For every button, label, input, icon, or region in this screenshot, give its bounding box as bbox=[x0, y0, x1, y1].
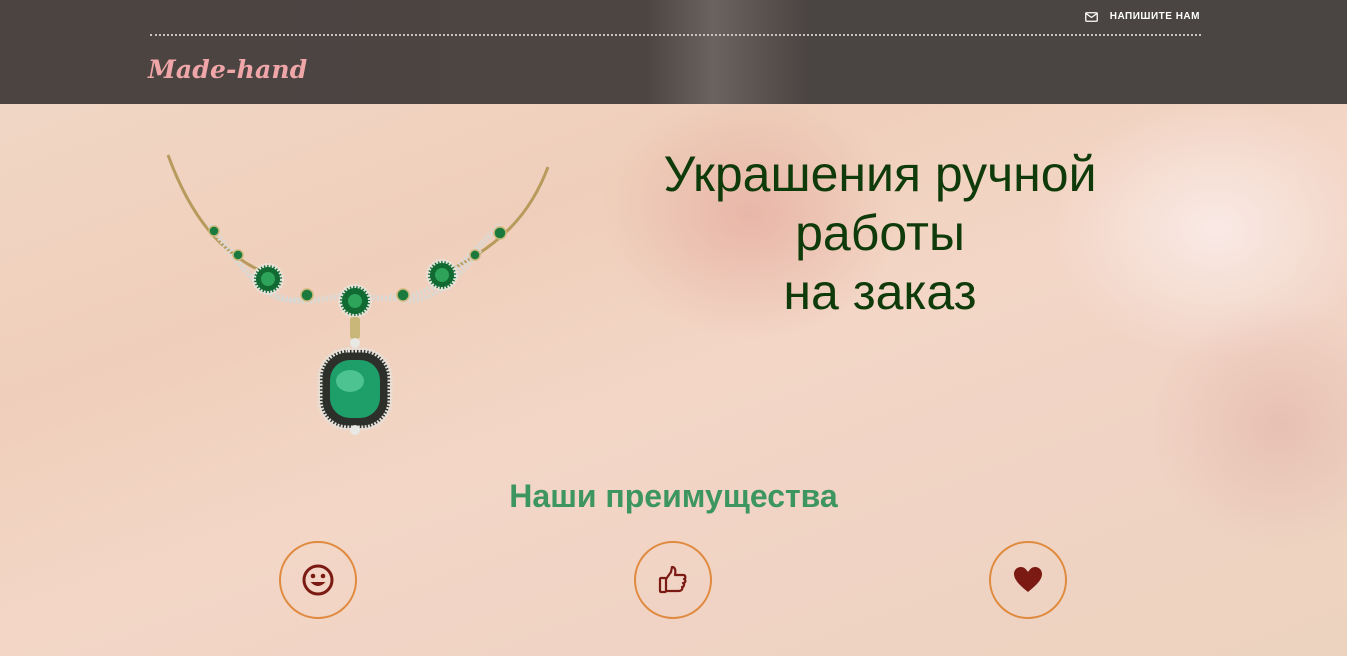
advantage-heart bbox=[989, 541, 1067, 619]
necklace-image bbox=[166, 154, 550, 435]
advantages-title: Наши преимущества bbox=[509, 478, 838, 514]
advantage-thumbs-up bbox=[634, 541, 712, 619]
hero-title-line: работы bbox=[795, 205, 965, 261]
header-divider bbox=[150, 34, 1201, 36]
hero-title: Украшения ручной работы на заказ bbox=[580, 145, 1180, 322]
heart-icon bbox=[1014, 567, 1042, 592]
contact-us-label: НАПИШИТЕ НАМ bbox=[1109, 11, 1200, 22]
hero-title-line: Украшения ручной bbox=[663, 146, 1097, 202]
contact-us-link[interactable]: НАПИШИТЕ НАМ bbox=[1084, 11, 1200, 22]
advantage-smile bbox=[279, 541, 357, 619]
thumbs-up-icon bbox=[658, 565, 687, 594]
smile-icon bbox=[302, 564, 334, 596]
site-logo[interactable]: Made-hand bbox=[148, 55, 307, 84]
mail-icon bbox=[1084, 11, 1098, 22]
hero-title-line: на заказ bbox=[783, 264, 977, 320]
site-header: НАПИШИТЕ НАМ Made-hand bbox=[0, 0, 1347, 104]
